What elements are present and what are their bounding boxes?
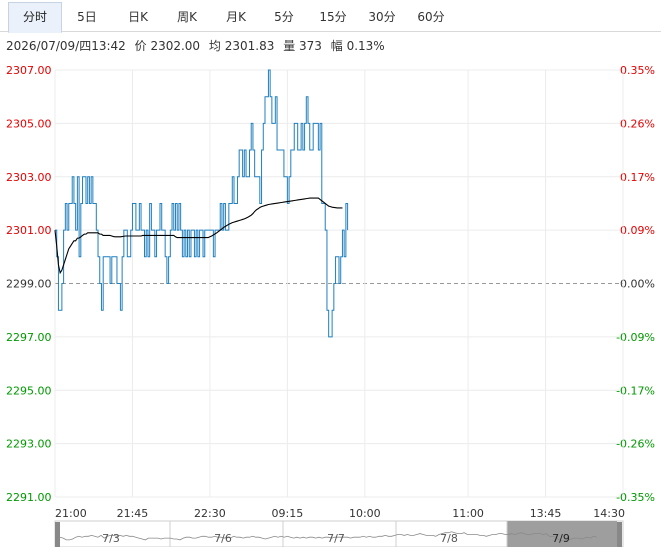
y-tick-label-right: -0.09% bbox=[616, 331, 655, 344]
x-tick-label: 21:00 bbox=[55, 507, 87, 520]
y-tick-label-left: 2293.00 bbox=[6, 438, 52, 451]
navigator-day-label: 7/9 bbox=[552, 532, 570, 545]
y-tick-label-right: -0.35% bbox=[616, 491, 655, 504]
y-tick-label-left: 2299.00 bbox=[6, 278, 52, 291]
x-tick-label: 09:15 bbox=[272, 507, 304, 520]
y-tick-label-left: 2297.00 bbox=[6, 331, 52, 344]
navigator-day-label: 7/8 bbox=[440, 532, 458, 545]
y-tick-label-right: 0.00% bbox=[620, 278, 655, 291]
y-tick-label-right: -0.26% bbox=[616, 438, 655, 451]
x-tick-label: 11:00 bbox=[452, 507, 484, 520]
y-tick-label-left: 2291.00 bbox=[6, 491, 52, 504]
y-tick-label-right: -0.17% bbox=[616, 384, 655, 397]
y-tick-label-right: 0.17% bbox=[620, 171, 655, 184]
y-tick-label-right: 0.35% bbox=[620, 64, 655, 77]
x-tick-label: 14:30 bbox=[593, 507, 625, 520]
x-tick-label: 22:30 bbox=[194, 507, 226, 520]
navigator-day-label: 7/3 bbox=[102, 532, 120, 545]
y-tick-label-left: 2307.00 bbox=[6, 64, 52, 77]
y-tick-label-right: 0.26% bbox=[620, 117, 655, 130]
price-series-line bbox=[55, 69, 349, 338]
x-tick-label: 13:45 bbox=[530, 507, 562, 520]
intraday-chart[interactable]: 2307.00 0.35% 2305.00 0.26% 2303.00 0.17% 2301… bbox=[0, 0, 661, 547]
y-tick-label-left: 2295.00 bbox=[6, 384, 52, 397]
y-tick-label-left: 2301.00 bbox=[6, 224, 52, 237]
y-tick-label-right: 0.09% bbox=[620, 224, 655, 237]
navigator-day-label: 7/6 bbox=[214, 532, 232, 545]
x-tick-label: 21:45 bbox=[117, 507, 149, 520]
navigator-right-handle[interactable] bbox=[617, 522, 622, 547]
navigator-left-handle[interactable] bbox=[55, 522, 60, 547]
y-tick-label-left: 2303.00 bbox=[6, 171, 52, 184]
y-tick-label-left: 2305.00 bbox=[6, 117, 52, 130]
x-tick-label: 10:00 bbox=[349, 507, 381, 520]
navigator-day-label: 7/7 bbox=[327, 532, 345, 545]
